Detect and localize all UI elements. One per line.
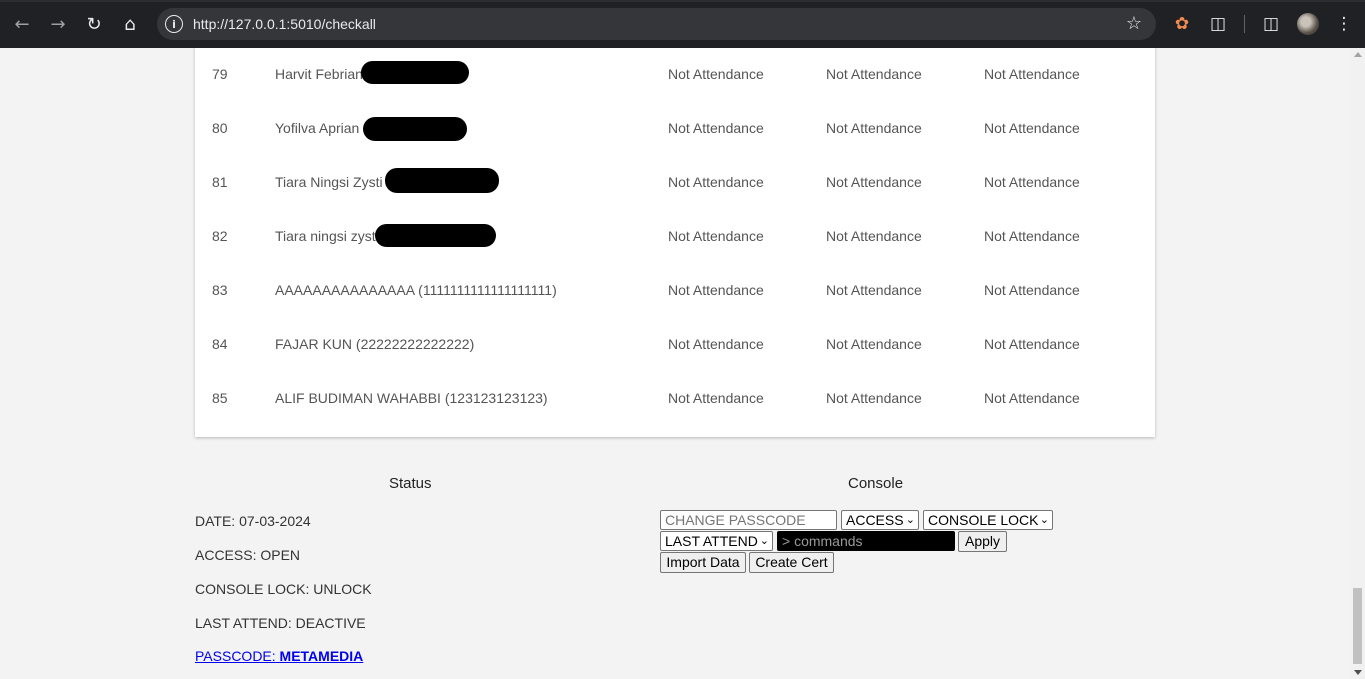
- browser-toolbar: ← → ↻ ⌂ i http://127.0.0.1:5010/checkall…: [0, 0, 1365, 48]
- table-row: 84 FAJAR KUN (22222222222222) Not Attend…: [195, 317, 1155, 371]
- redaction-mark: [375, 224, 496, 247]
- table-row: 81 Tiara Ningsi Zysti Not Attendance Not…: [195, 155, 1155, 209]
- table-row: 82 Tiara ningsi zyst Not Attendance Not …: [195, 209, 1155, 263]
- student-name: FAJAR KUN (22222222222222): [275, 336, 475, 352]
- chevron-down-icon: ⌄: [1039, 513, 1049, 526]
- last-attend-select[interactable]: LAST ATTEND ⌄: [660, 531, 773, 551]
- redaction-mark: [361, 61, 469, 84]
- attendance-3: Not Attendance: [984, 120, 1080, 136]
- page-scrollbar[interactable]: [1350, 48, 1365, 679]
- attendance-3: Not Attendance: [984, 66, 1080, 82]
- chevron-down-icon: ⌄: [759, 534, 769, 547]
- access-select[interactable]: ACCESS ⌄: [841, 510, 919, 530]
- student-name: Tiara ningsi zyst: [275, 228, 376, 244]
- url-text[interactable]: http://127.0.0.1:5010/checkall: [193, 16, 376, 32]
- access-select-value: ACCESS: [846, 512, 904, 528]
- passcode-value: METAMEDIA: [279, 648, 364, 664]
- attendance-1: Not Attendance: [668, 282, 764, 298]
- student-name: ALIF BUDIMAN WAHABBI (123123123123): [275, 390, 548, 406]
- home-icon[interactable]: ⌂: [118, 12, 142, 36]
- scrollbar-thumb[interactable]: [1353, 588, 1362, 664]
- profile-avatar[interactable]: [1297, 13, 1319, 35]
- attendance-1: Not Attendance: [668, 228, 764, 244]
- student-name: Yofilva Aprian: [275, 120, 360, 136]
- page-viewport: 79 Harvit Febrian ( Not Attendance Not A…: [0, 48, 1350, 679]
- attendance-2: Not Attendance: [826, 282, 922, 298]
- table-row: 85 ALIF BUDIMAN WAHABBI (123123123123) N…: [195, 371, 1155, 425]
- student-name: Harvit Febrian (: [275, 66, 372, 82]
- attendance-1: Not Attendance: [668, 174, 764, 190]
- attendance-2: Not Attendance: [826, 120, 922, 136]
- scroll-down-arrow-icon[interactable]: [1354, 670, 1362, 675]
- address-bar[interactable]: i http://127.0.0.1:5010/checkall ☆: [157, 8, 1156, 40]
- row-number: 84: [212, 336, 228, 352]
- attendance-3: Not Attendance: [984, 390, 1080, 406]
- row-number: 79: [212, 66, 228, 82]
- redaction-mark: [363, 117, 467, 141]
- scroll-up-arrow-icon[interactable]: [1354, 52, 1362, 57]
- row-number: 80: [212, 120, 228, 136]
- attendance-3: Not Attendance: [984, 336, 1080, 352]
- console-lock-select[interactable]: CONSOLE LOCK ⌄: [923, 510, 1053, 530]
- attendance-2: Not Attendance: [826, 66, 922, 82]
- extension-puzzle-icon[interactable]: ◫: [1206, 12, 1230, 36]
- attendance-2: Not Attendance: [826, 390, 922, 406]
- student-name: Tiara Ningsi Zysti: [275, 174, 383, 190]
- status-access: ACCESS: OPEN: [195, 547, 301, 563]
- attendance-3: Not Attendance: [984, 282, 1080, 298]
- row-number: 82: [212, 228, 228, 244]
- attendance-1: Not Attendance: [668, 120, 764, 136]
- status-date: DATE: 07-03-2024: [195, 513, 311, 529]
- last-attend-select-value: LAST ATTEND: [665, 533, 758, 549]
- toolbar-separator: [1244, 15, 1245, 33]
- site-info-icon[interactable]: i: [165, 15, 183, 33]
- attendance-2: Not Attendance: [826, 228, 922, 244]
- row-number: 81: [212, 174, 228, 190]
- import-data-button[interactable]: Import Data: [660, 552, 746, 573]
- attendance-3: Not Attendance: [984, 174, 1080, 190]
- attendance-1: Not Attendance: [668, 390, 764, 406]
- extension-cookie-icon[interactable]: ✿: [1170, 12, 1194, 36]
- console-title: Console: [848, 475, 904, 492]
- attendance-2: Not Attendance: [826, 336, 922, 352]
- passcode-label: PASSCODE:: [195, 648, 276, 664]
- status-last-attend: LAST ATTEND: DEACTIVE: [195, 615, 366, 631]
- status-title: Status: [389, 475, 432, 492]
- passcode-link[interactable]: PASSCODE: METAMEDIA: [195, 648, 363, 664]
- row-number: 83: [212, 282, 228, 298]
- table-row: 79 Harvit Febrian ( Not Attendance Not A…: [195, 48, 1155, 101]
- tab-strip-edge: [0, 0, 1365, 2]
- create-cert-button[interactable]: Create Cert: [749, 552, 834, 573]
- more-menu-icon[interactable]: ⋮: [1332, 12, 1356, 36]
- status-console-lock: CONSOLE LOCK: UNLOCK: [195, 581, 372, 597]
- side-panel-icon[interactable]: ◫: [1259, 12, 1283, 36]
- attendance-1: Not Attendance: [668, 66, 764, 82]
- forward-icon[interactable]: →: [46, 12, 70, 36]
- attendance-3: Not Attendance: [984, 228, 1080, 244]
- console-lock-select-value: CONSOLE LOCK: [928, 512, 1039, 528]
- attendance-table: 79 Harvit Febrian ( Not Attendance Not A…: [195, 48, 1155, 437]
- commands-input[interactable]: > commands: [777, 531, 955, 551]
- chevron-down-icon: ⌄: [905, 513, 915, 526]
- table-row: 83 AAAAAAAAAAAAAAA (1111111111111111111)…: [195, 263, 1155, 317]
- attendance-2: Not Attendance: [826, 174, 922, 190]
- row-number: 85: [212, 390, 228, 406]
- redaction-mark: [385, 168, 499, 193]
- table-row: 80 Yofilva Aprian Not Attendance Not Att…: [195, 101, 1155, 155]
- apply-button[interactable]: Apply: [958, 531, 1007, 552]
- reload-icon[interactable]: ↻: [82, 12, 106, 36]
- change-passcode-input[interactable]: CHANGE PASSCODE: [660, 510, 837, 530]
- back-icon[interactable]: ←: [10, 12, 34, 36]
- attendance-1: Not Attendance: [668, 336, 764, 352]
- student-name: AAAAAAAAAAAAAAA (1111111111111111111): [275, 282, 557, 298]
- bookmark-star-icon[interactable]: ☆: [1126, 13, 1142, 34]
